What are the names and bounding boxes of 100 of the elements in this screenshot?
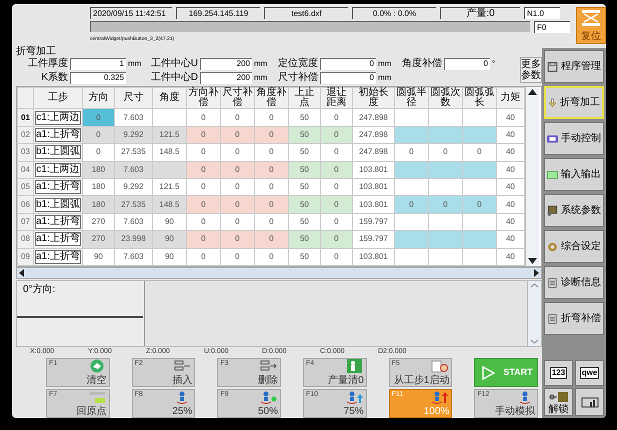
- function-icon: [346, 359, 364, 373]
- table-cell: 0: [394, 196, 428, 214]
- table-cell: 0: [320, 144, 352, 162]
- table-cell: 180: [82, 196, 114, 214]
- unlock-button[interactable]: 解锁: [544, 388, 573, 416]
- table-cell: 0: [220, 248, 254, 266]
- sidebar-item[interactable]: 折弯加工: [544, 86, 604, 119]
- row-number: 04: [18, 161, 34, 179]
- table-cell: 0: [186, 178, 220, 196]
- input-field[interactable]: 200: [200, 72, 252, 84]
- input-field[interactable]: 1: [70, 58, 126, 70]
- table-cell: 40: [496, 108, 524, 126]
- row-number: 03: [18, 144, 34, 162]
- press-icon: [580, 8, 602, 28]
- table-cell: 0: [186, 196, 220, 214]
- input-field[interactable]: 0: [320, 58, 376, 70]
- step-button[interactable]: b1:上圆弧: [35, 198, 81, 212]
- sidebar-item[interactable]: 手动控制: [544, 122, 604, 155]
- unit-label: mm: [254, 72, 268, 84]
- table-cell: 0: [320, 230, 352, 248]
- section-title: 折弯加工: [16, 46, 56, 57]
- table-cell: 247.898: [352, 144, 394, 162]
- step-button[interactable]: b1:上圆弧: [35, 145, 81, 160]
- more-params-button[interactable]: 更多参数: [520, 57, 542, 83]
- input-field[interactable]: 200: [200, 58, 252, 70]
- table-cell: 0: [220, 196, 254, 214]
- input-field[interactable]: 0: [444, 58, 490, 70]
- table-cell: 0: [82, 126, 114, 144]
- function-icon: [260, 359, 278, 373]
- table-cell: 0: [320, 178, 352, 196]
- input-field[interactable]: 0.325: [70, 72, 126, 84]
- function-icon: [260, 390, 278, 404]
- row-number: 08: [18, 230, 34, 248]
- table-cell: [152, 108, 186, 126]
- keyboard-button[interactable]: 123: [544, 360, 573, 386]
- table-cell: 121.5: [152, 126, 186, 144]
- scroll-up-icon: [526, 87, 539, 97]
- keyboard-button[interactable]: qwe: [575, 360, 604, 386]
- table-cell: [152, 161, 186, 179]
- field-label: 角度补偿: [401, 58, 442, 70]
- step-button[interactable]: a1:上折弯: [35, 250, 81, 264]
- table-cell: 7.603: [114, 213, 152, 231]
- step-button[interactable]: a1:上折弯: [35, 128, 81, 142]
- step-button[interactable]: c1:上两边: [35, 110, 81, 125]
- row-number: 02: [18, 126, 34, 144]
- table-cell: 0: [220, 144, 254, 162]
- table-cell: [394, 126, 428, 144]
- output-count-field: 产量:0: [440, 7, 520, 19]
- step-button[interactable]: a1:上折弯: [35, 232, 81, 246]
- field-label: 工件中心U: [150, 58, 198, 70]
- sidebar-item[interactable]: 综合设定: [544, 230, 604, 263]
- reset-button[interactable]: 复位: [576, 7, 606, 44]
- table-cell: 90: [152, 213, 186, 231]
- table-cell: 0: [254, 144, 288, 162]
- table-cell: [394, 108, 428, 126]
- table-cell: 50: [288, 213, 320, 231]
- table-cell: 159.797: [352, 230, 394, 248]
- ratio-field: 0.0% : 0.0%: [352, 7, 436, 19]
- vertical-scrollbar[interactable]: [524, 87, 539, 266]
- table-cell: [394, 161, 428, 179]
- table-cell: 90: [152, 248, 186, 266]
- sidebar-item[interactable]: 诊断信息: [544, 266, 604, 299]
- step-button[interactable]: c1:上两边: [35, 162, 81, 177]
- table-cell: 40: [496, 178, 524, 196]
- table-cell: 27.535: [114, 144, 152, 162]
- table-cell: 0: [254, 126, 288, 144]
- function-icon: [88, 390, 107, 404]
- table-cell: 90: [82, 248, 114, 266]
- chart-button[interactable]: [575, 388, 604, 416]
- table-cell: 103.801: [352, 161, 394, 179]
- table-cell: 7.603: [114, 161, 152, 179]
- row-number: 07: [18, 213, 34, 231]
- vertical-scrollbar[interactable]: [527, 281, 541, 346]
- table-cell: 159.797: [352, 213, 394, 231]
- scroll-down-icon: [528, 337, 541, 346]
- table-cell: 0: [186, 213, 220, 231]
- row-number: 01: [18, 108, 34, 126]
- sidebar-item[interactable]: 系统参数: [544, 194, 604, 227]
- sidebar-item[interactable]: 输入输出: [544, 158, 604, 191]
- table-cell: 50: [288, 178, 320, 196]
- table-cell: 50: [288, 230, 320, 248]
- table-cell: 0: [82, 108, 114, 126]
- unit-label: mm: [254, 58, 268, 70]
- sidebar-item[interactable]: 程序管理: [544, 50, 604, 83]
- function-icon: [346, 390, 364, 404]
- table-cell: 40: [496, 230, 524, 248]
- table-cell: 0: [254, 161, 288, 179]
- table-cell: 0: [220, 230, 254, 248]
- input-field[interactable]: 0: [320, 72, 376, 84]
- sidebar-item[interactable]: 折弯补偿: [544, 302, 604, 335]
- table-cell: 247.898: [352, 126, 394, 144]
- step-button[interactable]: a1:上折弯: [35, 180, 81, 194]
- play-icon: [481, 366, 496, 380]
- table-cell: 0: [462, 196, 496, 214]
- unit-label: °: [492, 58, 496, 70]
- field-label: K系数: [40, 72, 68, 84]
- table-cell: 0: [462, 144, 496, 162]
- table-cell: 40: [496, 213, 524, 231]
- step-button[interactable]: a1:上折弯: [35, 215, 81, 229]
- horizontal-scrollbar[interactable]: [16, 267, 542, 279]
